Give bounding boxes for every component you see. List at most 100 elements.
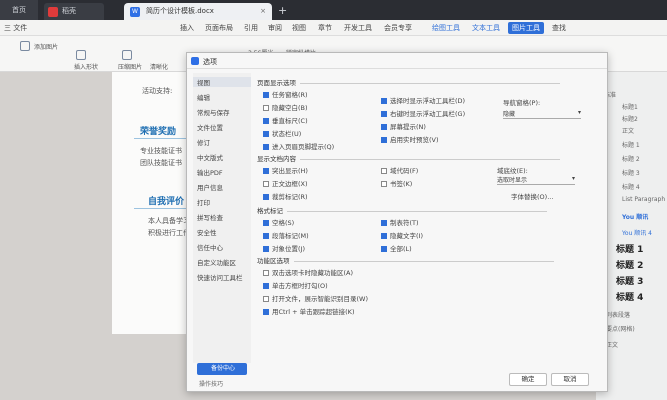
nav-item-general-save[interactable]: 常规与保存 (197, 107, 230, 117)
nav-item-user-info[interactable]: 用户信息 (197, 182, 223, 192)
add-image-icon[interactable] (20, 41, 30, 51)
options-dialog: 选项 视图 编辑 常规与保存 文件位置 修订 中文版式 输出PDF 用户信息 打… (186, 52, 608, 392)
menu-text-tools[interactable]: 文本工具 (472, 23, 500, 33)
menu-drawing-tools[interactable]: 绘图工具 (432, 23, 460, 33)
style-item[interactable]: 要点(网格) (606, 324, 635, 333)
style-item[interactable]: You 顺讯 (622, 212, 648, 221)
style-item[interactable]: 标题 2 (622, 154, 640, 163)
tips-link[interactable]: 操作技巧 (199, 379, 223, 388)
nav-item-output-pdf[interactable]: 输出PDF (197, 167, 223, 177)
menu-insert[interactable]: 插入 (180, 23, 194, 33)
clear-label[interactable]: 清晰化 (150, 62, 168, 71)
field-shading-select[interactable]: 选取时显示 ▾ (497, 175, 575, 185)
checkbox-icon (381, 181, 387, 187)
tab-document[interactable]: W 简历个设计模板.docx × (124, 3, 272, 20)
opt-header-footer-hint[interactable]: 进入页眉页脚提示(Q) (263, 141, 334, 151)
insert-shape-icon[interactable] (76, 50, 86, 60)
nav-item-security[interactable]: 安全性 (197, 227, 217, 237)
opt-field-codes[interactable]: 域代码(F) (381, 165, 418, 175)
menu-dev-tools[interactable]: 开发工具 (344, 23, 372, 33)
nav-item-chinese-layout[interactable]: 中文版式 (197, 152, 223, 162)
opt-hide-blank[interactable]: 隐藏空白(B) (263, 102, 308, 112)
opt-highlight[interactable]: 突出显示(H) (263, 165, 308, 175)
nav-item-edit[interactable]: 编辑 (197, 92, 210, 102)
nav-item-customize-ribbon[interactable]: 自定义功能区 (197, 257, 236, 267)
opt-hide-ribbon-dblclick[interactable]: 双击选项卡时隐藏功能区(A) (263, 267, 353, 277)
opt-object-anchors[interactable]: 对象位置(J) (263, 243, 305, 253)
style-item[interactable]: 标题 1 (616, 242, 643, 255)
opt-all-marks[interactable]: 全部(L) (381, 243, 412, 253)
section-format-marks-label: 格式标记 (257, 207, 283, 215)
style-item[interactable]: List Paragraph (622, 196, 665, 203)
nav-item-quick-access[interactable]: 快速访问工具栏 (197, 272, 243, 282)
checkbox-icon (263, 144, 269, 150)
add-tab-button[interactable]: + (278, 4, 287, 17)
nav-item-spelling[interactable]: 拼写检查 (197, 212, 223, 222)
opt-text-border[interactable]: 正文边框(X) (263, 178, 308, 188)
ok-button[interactable]: 确定 (509, 373, 547, 386)
style-item[interactable]: 标题 4 (616, 290, 643, 303)
opt-task-pane[interactable]: 任务窗格(R) (263, 89, 308, 99)
menu-picture-tools[interactable]: 图片工具 (508, 22, 544, 34)
nav-item-trust-center[interactable]: 信任中心 (197, 242, 223, 252)
nav-pane-select[interactable]: 隐藏 ▾ (503, 109, 581, 119)
nav-item-print[interactable]: 打印 (197, 197, 210, 207)
opt-vertical-ruler[interactable]: 垂直标尺(C) (263, 115, 308, 125)
opt-spaces[interactable]: 空格(S) (263, 217, 294, 227)
checkbox-icon (263, 270, 269, 276)
nav-item-view[interactable]: 视图 (193, 77, 251, 87)
style-item[interactable]: 标题2 (622, 114, 638, 123)
opt-click-box-check[interactable]: 单击方框时打勾(O) (263, 280, 328, 290)
opt-float-toolbar-right[interactable]: 右键时显示浮动工具栏(G) (381, 108, 465, 118)
menu-page-layout[interactable]: 页面布局 (205, 23, 233, 33)
style-item[interactable]: 列表段落 (606, 310, 630, 319)
backup-center-button[interactable]: 备份中心 (197, 363, 247, 375)
tab-document-label: 简历个设计模板.docx (146, 7, 214, 15)
style-item[interactable]: 标题 4 (622, 182, 640, 191)
chevron-down-icon: ▾ (571, 175, 575, 182)
opt-live-preview[interactable]: 启用实时预览(V) (381, 134, 439, 144)
opt-ctrl-click-link[interactable]: 用Ctrl + 单击跟踪超链接(K) (263, 306, 354, 316)
menu-view[interactable]: 视图 (292, 23, 306, 33)
style-item[interactable]: 标题 3 (622, 168, 640, 177)
checkbox-icon (263, 246, 269, 252)
nav-item-file-location[interactable]: 文件位置 (197, 122, 223, 132)
opt-float-toolbar-select[interactable]: 选择时显示浮动工具栏(D) (381, 95, 465, 105)
nav-item-revision[interactable]: 修订 (197, 137, 210, 147)
add-image-label[interactable]: 添加图片 (34, 42, 58, 51)
menu-file[interactable]: 三 文件 (4, 23, 27, 33)
compress-label[interactable]: 压缩图片 (118, 62, 142, 71)
word-doc-icon: W (130, 7, 140, 17)
opt-tab-chars[interactable]: 制表符(T) (381, 217, 419, 227)
opt-crop-marks[interactable]: 裁剪标记(R) (263, 191, 308, 201)
style-item[interactable]: 正文 (622, 126, 634, 135)
cancel-button[interactable]: 取消 (551, 373, 589, 386)
opt-smart-toc[interactable]: 打开文件，展示智能识别目录(W) (263, 293, 368, 303)
section-func-options: 功能区选项 (257, 255, 554, 265)
style-item[interactable]: 标题 3 (616, 274, 643, 287)
opt-status-bar[interactable]: 状态栏(U) (263, 128, 301, 138)
checkbox-icon (381, 98, 387, 104)
tab-home[interactable]: 首页 (0, 0, 38, 20)
style-item[interactable]: You 顺讯 4 (622, 228, 652, 237)
opt-screen-tips[interactable]: 屏幕提示(N) (381, 121, 426, 131)
menu-references[interactable]: 引用 (244, 23, 258, 33)
checkbox-icon (263, 105, 269, 111)
menu-search[interactable]: 查找 (552, 23, 566, 33)
style-item[interactable]: 标题1 (622, 102, 638, 111)
insert-shape-label[interactable]: 插入形状 (74, 62, 98, 71)
style-item[interactable]: 标题 2 (616, 258, 643, 271)
section-func-options-label: 功能区选项 (257, 257, 290, 265)
menu-review[interactable]: 审阅 (268, 23, 282, 33)
opt-bookmarks[interactable]: 书签(K) (381, 178, 412, 188)
opt-hidden-text[interactable]: 隐藏文字(I) (381, 230, 423, 240)
menu-chapter[interactable]: 章节 (318, 23, 332, 33)
style-item[interactable]: 标题 1 (622, 140, 640, 149)
compress-icon[interactable] (122, 50, 132, 60)
opt-paragraph-marks[interactable]: 段落标记(M) (263, 230, 309, 240)
font-replace-button[interactable]: 字体替换(O)... (511, 191, 553, 201)
close-tab-icon[interactable]: × (260, 3, 266, 20)
tab-docer[interactable]: 稻壳 (44, 3, 104, 20)
eval-line-2: 积极进行工作 (148, 229, 190, 237)
menu-member[interactable]: 会员专享 (384, 23, 412, 33)
